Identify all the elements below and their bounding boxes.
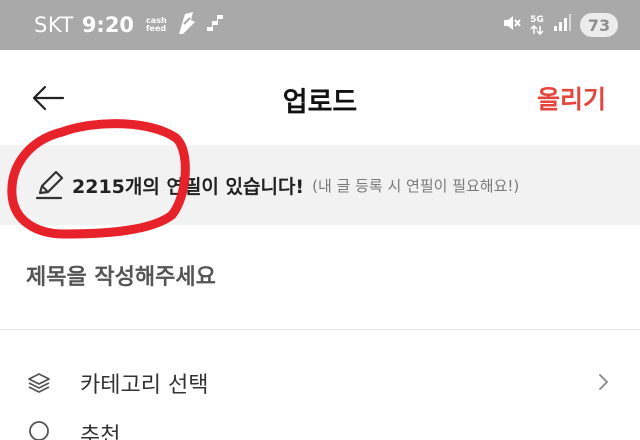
circle-icon xyxy=(26,418,52,440)
app-header: 업로드 올리기 xyxy=(0,50,640,145)
signal-icon xyxy=(552,13,572,37)
recommend-row[interactable]: 추천 xyxy=(0,418,640,440)
carrier-label: SKT xyxy=(34,13,74,37)
upload-button[interactable]: 올리기 xyxy=(537,80,606,116)
pencil-icon xyxy=(34,169,66,201)
stairs-icon xyxy=(205,13,225,37)
title-field[interactable] xyxy=(0,225,640,330)
network-type: 5G xyxy=(530,15,544,25)
cashfeed-line2: feed xyxy=(146,24,167,33)
pencil-banner: 2215개의 연필이 있습니다! (내 글 등록 시 연필이 필요해요!) xyxy=(0,145,640,225)
network-indicator: 5G xyxy=(530,15,544,35)
app-notification-icon xyxy=(175,10,197,40)
chevron-right-icon xyxy=(598,373,610,395)
pencil-count-message: 2215개의 연필이 있습니다! xyxy=(72,175,305,198)
cashfeed-icon: cash feed xyxy=(146,17,167,33)
title-input[interactable] xyxy=(26,264,586,290)
pencil-note: (내 글 등록 시 연필이 필요해요!) xyxy=(312,176,520,195)
status-bar: SKT 9:20 cash feed 5G 73 xyxy=(0,0,640,50)
category-select-label: 카테고리 선택 xyxy=(80,373,209,398)
mute-icon xyxy=(502,13,522,37)
recommend-label: 추천 xyxy=(80,424,121,440)
clock: 9:20 xyxy=(81,13,135,37)
status-right: 5G 73 xyxy=(502,0,618,50)
battery-icon: 73 xyxy=(580,13,618,37)
layers-icon xyxy=(26,370,52,396)
status-left: SKT 9:20 cash feed xyxy=(34,0,225,50)
